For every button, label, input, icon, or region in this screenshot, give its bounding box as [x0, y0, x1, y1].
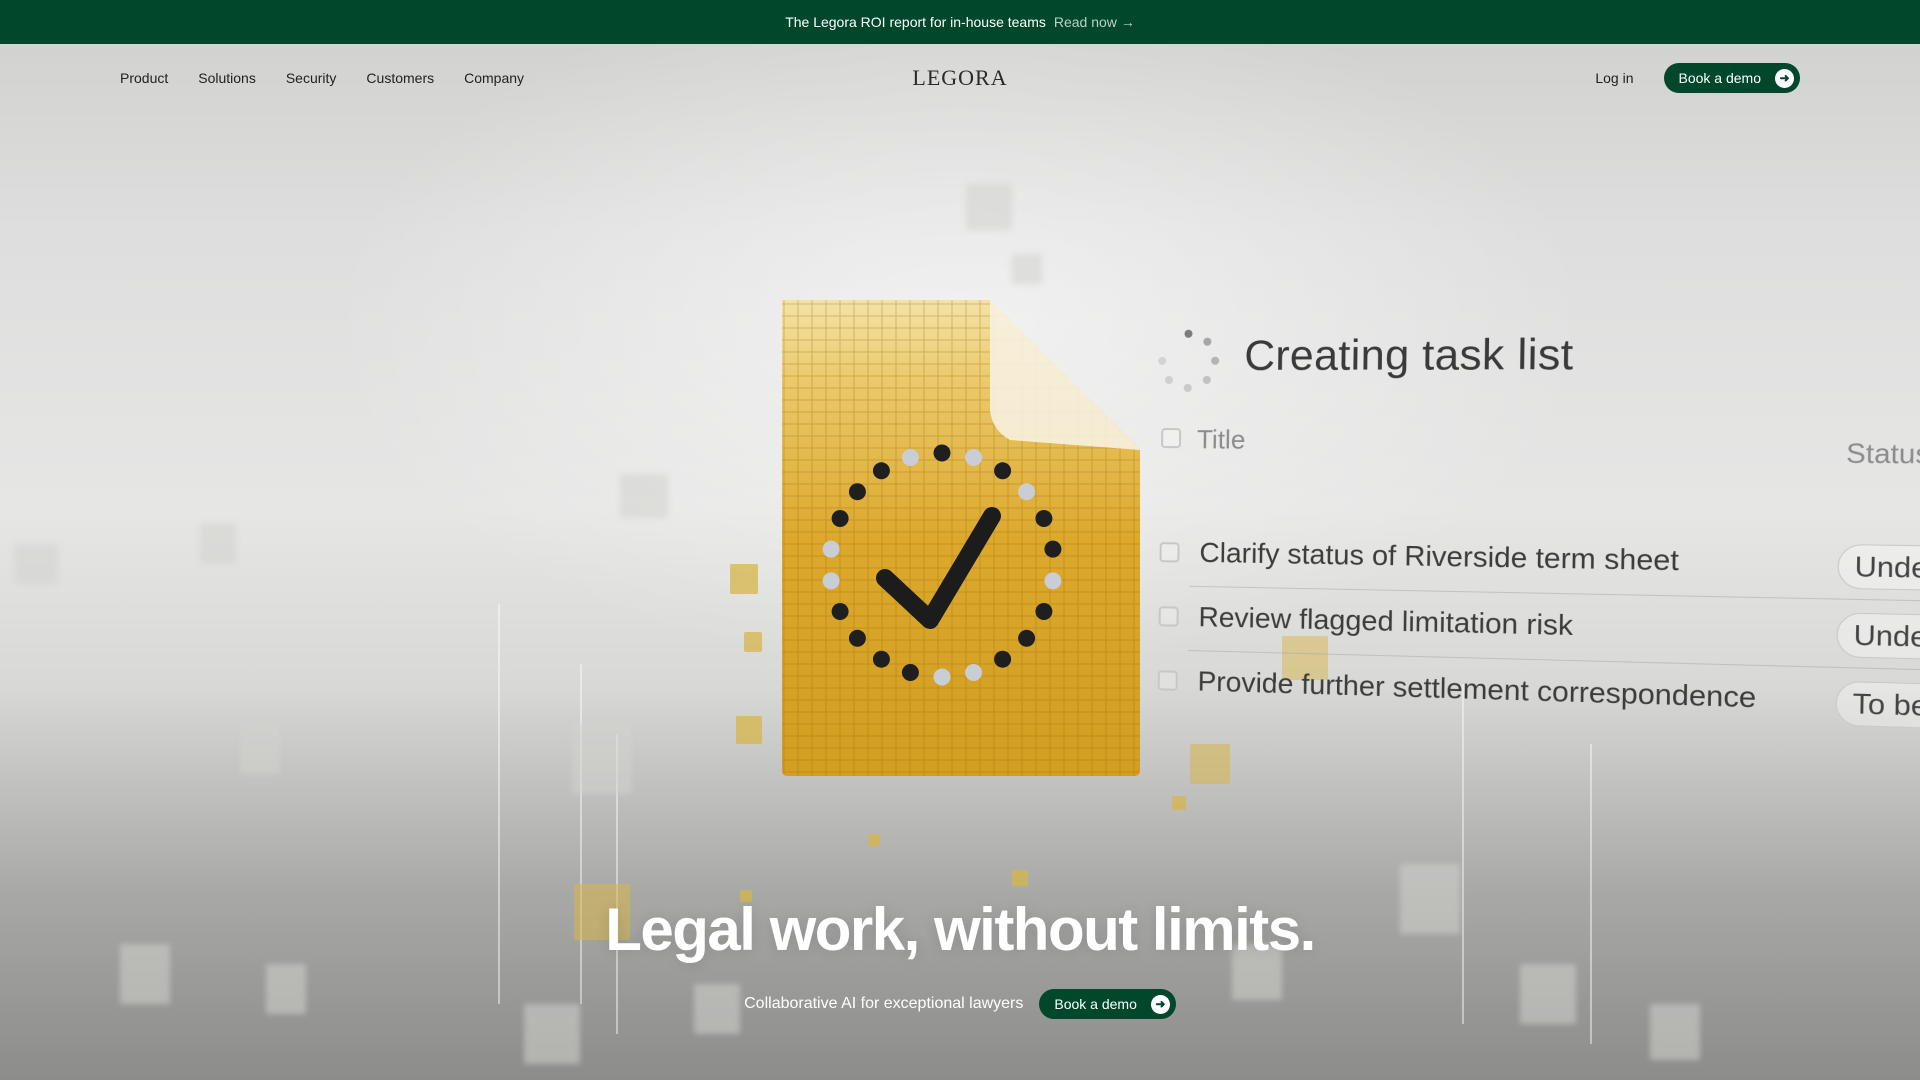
- bead-dot: [901, 449, 919, 466]
- bead-dot: [1044, 540, 1062, 558]
- task-title: Clarify status of Riverside term sheet: [1199, 536, 1680, 577]
- column-header-status: Status: [1845, 437, 1920, 470]
- bead-dot: [933, 668, 951, 686]
- bead-dot: [822, 540, 840, 558]
- top-nav: Product Solutions Security Customers Com…: [0, 44, 1920, 112]
- nav-link-company[interactable]: Company: [464, 70, 524, 86]
- bead-dot: [965, 664, 983, 681]
- bead-dot: [1018, 629, 1036, 647]
- bead-dot: [994, 462, 1012, 480]
- task-checkbox[interactable]: [1159, 542, 1180, 563]
- bead-dot: [831, 510, 849, 527]
- column-header-title: Title: [1196, 424, 1246, 455]
- bead-dot: [1018, 483, 1036, 501]
- nav-actions: Log in Book a demo ➜: [1595, 44, 1800, 112]
- task-row[interactable]: Review flagged limitation risk Under re: [1148, 594, 1920, 672]
- bead-dot: [933, 444, 951, 462]
- arrow-right-icon: →: [1120, 14, 1135, 30]
- loading-spinner-icon: [1158, 329, 1221, 392]
- bead-dot: [965, 449, 983, 466]
- hero-book-demo-label: Book a demo: [1054, 996, 1137, 1012]
- status-badge: To be pr: [1835, 680, 1920, 731]
- document-illustration: [770, 280, 1150, 800]
- status-badge: Under re: [1836, 612, 1920, 662]
- select-all-checkbox[interactable]: [1161, 428, 1182, 449]
- nav-link-product[interactable]: Product: [120, 70, 168, 86]
- nav-link-customers[interactable]: Customers: [366, 70, 434, 86]
- document-check-icon: [782, 300, 1140, 776]
- bead-dot: [872, 462, 890, 480]
- status-badge: Under re: [1837, 543, 1920, 592]
- book-demo-label: Book a demo: [1678, 70, 1762, 86]
- nav-links: Product Solutions Security Customers Com…: [120, 44, 524, 112]
- login-link[interactable]: Log in: [1595, 70, 1633, 86]
- task-title: Provide further settlement correspondenc…: [1197, 665, 1757, 714]
- bead-dot: [822, 572, 840, 590]
- announcement-text: The Legora ROI report for in-house teams: [785, 14, 1046, 30]
- bead-dot: [901, 664, 919, 681]
- task-row[interactable]: Clarify status of Riverside term sheet U…: [1149, 530, 1920, 603]
- bead-dot: [848, 629, 866, 647]
- task-checkbox[interactable]: [1158, 606, 1179, 627]
- bead-dot: [1035, 510, 1053, 527]
- nav-link-security[interactable]: Security: [286, 70, 337, 86]
- panel-title: Creating task list: [1244, 329, 1574, 379]
- bead-dot: [1035, 603, 1053, 620]
- task-title: Review flagged limitation risk: [1198, 601, 1574, 642]
- bead-dot: [872, 650, 890, 668]
- read-now-link[interactable]: Read now →: [1054, 14, 1135, 30]
- announcement-bar: The Legora ROI report for in-house teams…: [0, 0, 1920, 44]
- read-now-label: Read now: [1053, 14, 1117, 30]
- task-list-panel: Creating task list Title Status Clarify …: [1147, 314, 1920, 769]
- bead-dot: [1044, 572, 1062, 590]
- task-row[interactable]: Provide further settlement correspondenc…: [1147, 658, 1920, 741]
- arrow-right-icon: ➜: [1150, 994, 1170, 1014]
- book-demo-button[interactable]: Book a demo ➜: [1663, 63, 1800, 93]
- bead-dot: [994, 650, 1012, 668]
- task-checkbox[interactable]: [1157, 670, 1178, 691]
- arrow-right-icon: ➜: [1775, 68, 1794, 88]
- nav-link-solutions[interactable]: Solutions: [198, 70, 256, 86]
- hero-book-demo-button[interactable]: Book a demo ➜: [1039, 989, 1176, 1019]
- hero-tagline: Collaborative AI for exceptional lawyers: [744, 995, 1024, 1012]
- bead-dot: [848, 483, 866, 501]
- hero-headline: Legal work, without limits.: [605, 896, 1316, 963]
- bead-dot: [831, 603, 849, 620]
- hero-subline: Collaborative AI for exceptional lawyers…: [0, 989, 1920, 1019]
